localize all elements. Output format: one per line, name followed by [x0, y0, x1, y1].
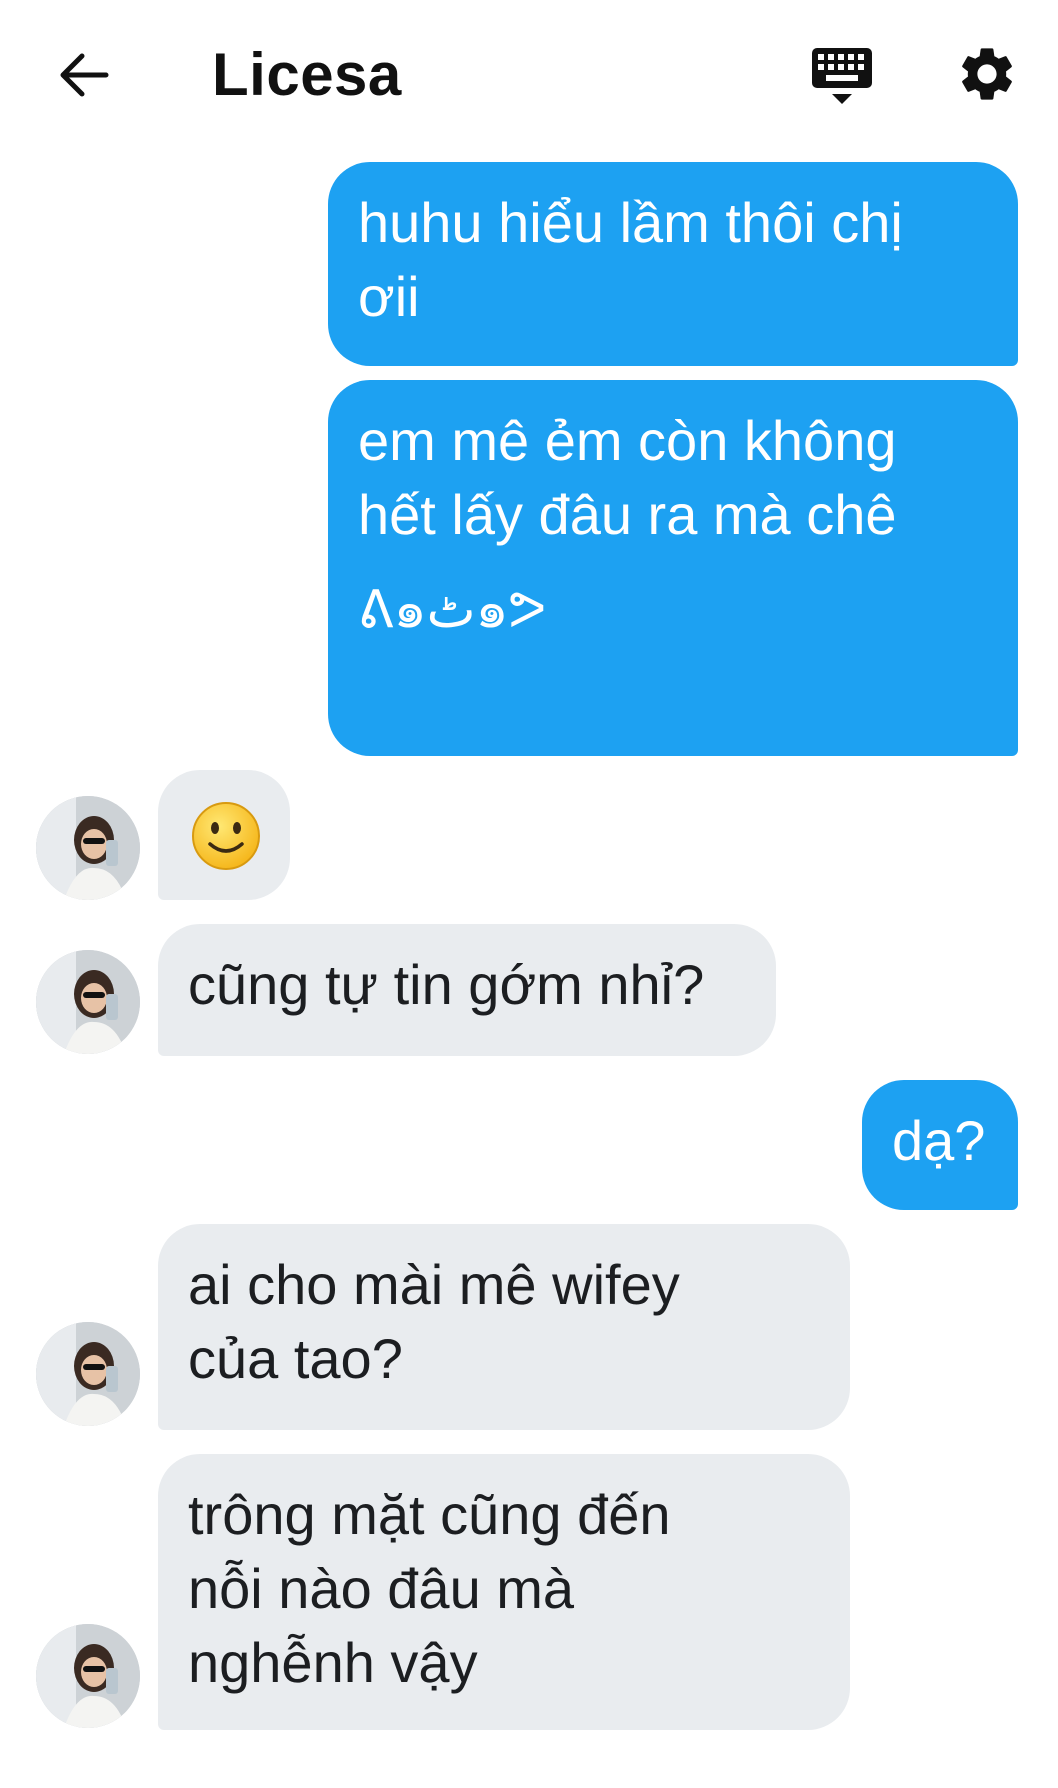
avatar[interactable] [36, 950, 140, 1054]
message-text: em mê ẻm còn không hết lấy đâu ra mà chê [358, 409, 897, 546]
message-text: trông mặt cũng đến nỗi nào đâu mà nghễnh… [188, 1483, 671, 1694]
slightly-smiling-face-emoji [190, 800, 262, 872]
avatar-photo [36, 796, 140, 900]
avatar[interactable] [36, 1624, 140, 1728]
message-bubble-incoming[interactable]: trông mặt cũng đến nỗi nào đâu mà nghễnh… [158, 1454, 850, 1730]
message-text: huhu hiểu lầm thôi chị ơii [358, 191, 903, 328]
avatar-photo [36, 1624, 140, 1728]
avatar[interactable] [36, 1322, 140, 1426]
message-text: ai cho mài mê wifey của tao? [188, 1253, 680, 1390]
message-text: cũng tự tin gớm nhỉ? [188, 953, 705, 1016]
message-list[interactable]: huhu hiểu lầm thôi chị ơii em mê ẻm còn … [0, 0, 1058, 1788]
message-bubble-incoming[interactable]: cũng tự tin gớm nhỉ? [158, 924, 776, 1056]
message-bubble-outgoing[interactable]: em mê ẻm còn không hết lấy đâu ra mà chê… [328, 380, 1018, 756]
avatar-photo [36, 950, 140, 1054]
message-bubble-outgoing[interactable]: huhu hiểu lầm thôi chị ơii [328, 162, 1018, 366]
avatar-photo [36, 1322, 140, 1426]
message-bubble-outgoing[interactable]: dạ? [862, 1080, 1018, 1210]
message-text: dạ? [892, 1109, 986, 1172]
message-bubble-incoming[interactable]: ai cho mài mê wifey của tao? [158, 1224, 850, 1430]
kaomoji-text: ᕕ๑ٹ๑ᕗ [358, 581, 547, 639]
avatar[interactable] [36, 796, 140, 900]
